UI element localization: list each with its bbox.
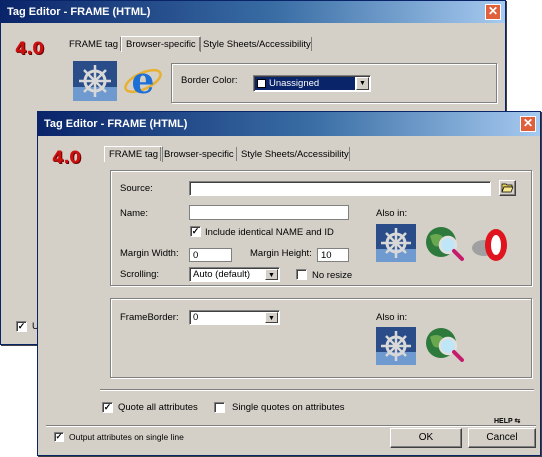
globe-magnifier-icon	[424, 325, 466, 365]
back-close-button[interactable]: ✕	[485, 4, 501, 20]
front-version-badge: 4.0	[52, 148, 81, 168]
tab-browser-specific[interactable]: Browser-specific	[160, 149, 238, 160]
bottom-separator	[46, 425, 536, 427]
back-tab-browser-specific[interactable]: Browser-specific	[121, 36, 201, 52]
folder-open-icon	[501, 183, 514, 193]
margin-width-label: Margin Width:	[120, 248, 179, 259]
margin-width-input[interactable]: 0	[189, 248, 232, 262]
tab-frame-tag[interactable]: FRAME tag	[104, 146, 164, 162]
quote-all-checkbox[interactable]: ✓	[102, 402, 113, 413]
help-link[interactable]: HELP ⇆	[494, 417, 520, 425]
name-label: Name:	[120, 208, 148, 219]
front-close-button[interactable]: ✕	[520, 116, 536, 132]
globe-magnifier-icon	[424, 224, 466, 264]
front-tag-editor-window: Tag Editor - FRAME (HTML) ✕ 4.0 FRAME ta…	[37, 111, 541, 456]
back-window-title: Tag Editor - FRAME (HTML)	[7, 6, 151, 18]
ship-wheel-icon	[376, 327, 416, 365]
frameborder-value: 0	[193, 312, 199, 323]
single-quotes-checkbox[interactable]	[214, 402, 225, 413]
frameborder-group	[110, 298, 532, 378]
back-tab-style-sheets[interactable]: Style Sheets/Accessibility	[199, 39, 315, 50]
ship-wheel-icon	[73, 61, 117, 101]
back-version-badge: 4.0	[15, 39, 44, 59]
color-swatch	[257, 79, 266, 88]
back-tab-frame-tag[interactable]: FRAME tag	[65, 39, 122, 50]
back-partial-checkbox[interactable]: ✓	[16, 321, 27, 332]
front-window-title: Tag Editor - FRAME (HTML)	[44, 118, 188, 130]
browse-source-button[interactable]	[499, 180, 516, 196]
frameborder-select[interactable]: 0 ▼	[189, 310, 280, 325]
back-title-bar[interactable]: Tag Editor - FRAME (HTML)	[1, 1, 505, 23]
back-border-color-selection: Unassigned	[255, 77, 355, 90]
svg-text:e: e	[132, 61, 155, 101]
margin-height-label: Margin Height:	[250, 248, 312, 259]
front-title-bar[interactable]: Tag Editor - FRAME (HTML)	[38, 112, 540, 136]
back-border-color-value: Unassigned	[269, 78, 320, 89]
chevron-down-icon[interactable]: ▼	[265, 312, 278, 323]
include-identical-checkbox[interactable]: ✓	[190, 226, 201, 237]
ok-button[interactable]: OK	[390, 428, 462, 448]
ship-wheel-icon	[376, 224, 416, 262]
margin-height-input[interactable]: 10	[317, 248, 349, 262]
back-border-color-label: Border Color:	[181, 75, 238, 86]
noresize-label: No resize	[312, 270, 353, 281]
back-tab-separator	[311, 37, 312, 51]
output-single-line-label: Output attributes on single line	[69, 432, 184, 442]
also-in-label: Also in:	[376, 208, 408, 219]
scrolling-select[interactable]: Auto (default) ▼	[189, 267, 280, 282]
tab-style-sheets[interactable]: Style Sheets/Accessibility	[237, 149, 353, 160]
source-label: Source:	[120, 183, 153, 194]
help-icon: ⇆	[514, 418, 521, 425]
tab-separator	[349, 147, 350, 161]
output-single-line-checkbox[interactable]: ✓	[54, 432, 64, 442]
opera-icon	[470, 226, 512, 264]
chevron-down-icon[interactable]: ▼	[265, 269, 278, 280]
name-input[interactable]	[189, 205, 349, 220]
options-separator	[100, 389, 534, 391]
frameborder-label: FrameBorder:	[120, 312, 179, 323]
scrolling-label: Scrolling:	[120, 269, 160, 280]
also-in-label-2: Also in:	[376, 312, 408, 323]
single-quotes-label: Single quotes on attributes	[232, 402, 345, 413]
quote-all-label: Quote all attributes	[118, 402, 198, 413]
cancel-button[interactable]: Cancel	[468, 428, 536, 448]
scrolling-value: Auto (default)	[193, 269, 251, 280]
back-border-color-select[interactable]: Unassigned ▼	[253, 75, 371, 92]
internet-explorer-icon: e	[122, 60, 164, 102]
noresize-checkbox[interactable]	[296, 269, 307, 280]
source-input[interactable]	[189, 181, 491, 196]
chevron-down-icon[interactable]: ▼	[356, 77, 369, 90]
include-identical-label: Include identical NAME and ID	[205, 227, 334, 238]
